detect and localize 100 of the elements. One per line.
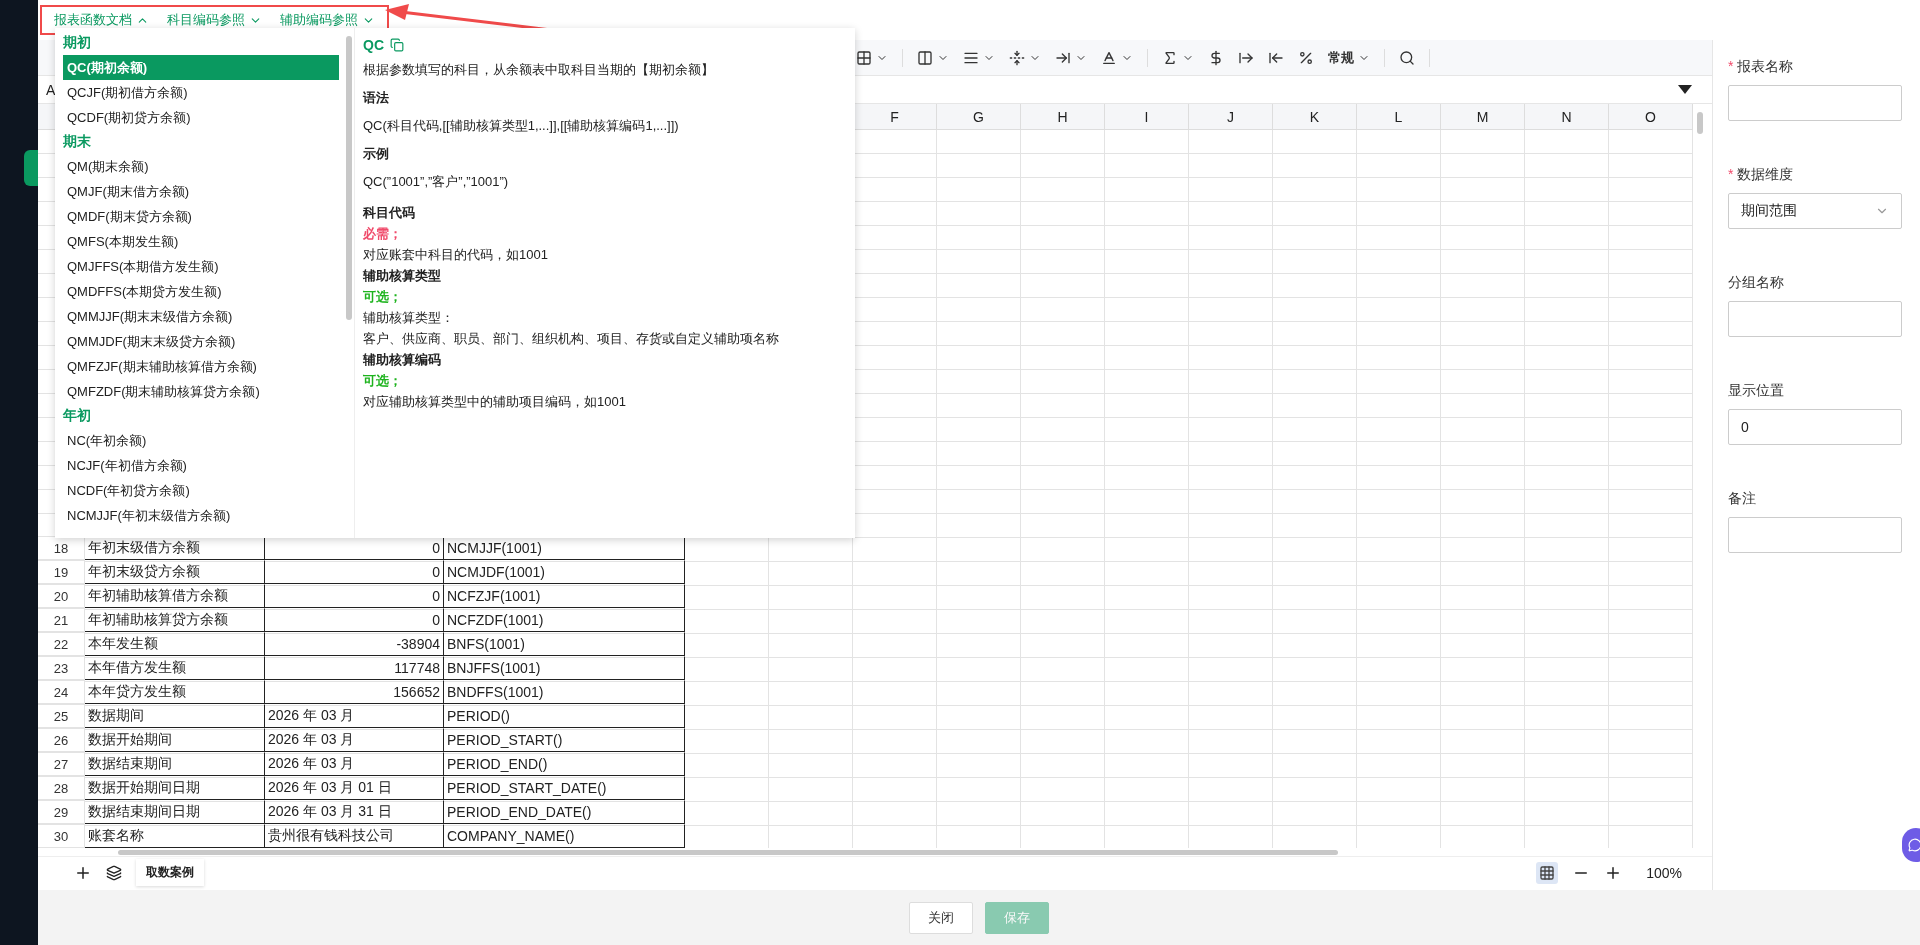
row-number: 22 bbox=[38, 632, 85, 656]
row-number: 20 bbox=[38, 584, 85, 608]
table-cell: 年初辅助核算贷方余额 bbox=[85, 608, 265, 632]
table-cell: 0 bbox=[265, 560, 444, 584]
table-cell: 156652 bbox=[265, 680, 444, 704]
parameter-name: 辅助核算类型 bbox=[363, 266, 442, 285]
table-cell: PERIOD_END() bbox=[444, 752, 685, 776]
zoom-level: 100% bbox=[1646, 864, 1682, 881]
parameter-text: 客户、供应商、职员、部门、组织机构、项目、存货或自定义辅助项名称 bbox=[363, 329, 780, 348]
input-field[interactable]: 0 bbox=[1728, 409, 1902, 445]
table-cell: 数据结束期间 bbox=[85, 752, 265, 776]
column-header[interactable]: L bbox=[1357, 104, 1441, 130]
function-item[interactable]: QMMJJF(期末末级借方余额) bbox=[63, 304, 339, 329]
table-cell: 2026 年 03 月 bbox=[265, 704, 444, 728]
row-number: 24 bbox=[38, 680, 85, 704]
sheet-tab[interactable]: 取数案例 bbox=[136, 859, 204, 886]
group-title: 期初 bbox=[63, 33, 92, 52]
row-number: 29 bbox=[38, 800, 85, 824]
column-header[interactable]: K bbox=[1273, 104, 1357, 130]
name-box[interactable]: A bbox=[46, 81, 56, 98]
function-item[interactable]: QMFS(本期发生额) bbox=[63, 229, 339, 254]
table-cell: NCMJDF(1001) bbox=[444, 560, 685, 584]
tab[interactable]: 科目编码参照 bbox=[167, 11, 262, 29]
section-heading: 示例 bbox=[363, 145, 390, 163]
column-header[interactable]: M bbox=[1441, 104, 1525, 130]
parameter-name: 辅助核算编码 bbox=[363, 350, 442, 369]
row-number: 25 bbox=[38, 704, 85, 728]
column-header[interactable]: G bbox=[937, 104, 1021, 130]
row-number: 28 bbox=[38, 776, 85, 800]
table-cell: 本年贷方发生额 bbox=[85, 680, 265, 704]
column-header[interactable]: N bbox=[1525, 104, 1609, 130]
table-cell: 账套名称 bbox=[85, 824, 265, 848]
close-button[interactable]: 关闭 bbox=[909, 901, 973, 934]
tab[interactable]: 报表函数文档 bbox=[54, 11, 149, 29]
table-cell: 贵州很有钱科技公司 bbox=[265, 824, 444, 848]
table-cell: -38904 bbox=[265, 632, 444, 656]
section-text: QC(科目代码,[[辅助核算类型1,...]],[[辅助核算编码1,...]]) bbox=[363, 117, 680, 135]
function-item[interactable]: QMFZJF(期末辅助核算借方余额) bbox=[63, 354, 339, 379]
parameter-text: 辅助核算类型： bbox=[363, 308, 455, 327]
function-title: QC bbox=[363, 37, 384, 53]
requirement-label: 可选； bbox=[363, 287, 403, 306]
table-cell: BNFS(1001) bbox=[444, 632, 685, 656]
column-header[interactable]: O bbox=[1609, 104, 1693, 130]
field-label: 报表名称 bbox=[1737, 58, 1794, 76]
table-cell: 2026 年 03 月 31 日 bbox=[265, 800, 444, 824]
function-item[interactable]: NCJF(年初借方余额) bbox=[63, 453, 339, 478]
row-number: 19 bbox=[38, 560, 85, 584]
row-number: 21 bbox=[38, 608, 85, 632]
function-description: 根据参数填写的科目，从余额表中取科目当期的【期初余额】 bbox=[363, 61, 715, 79]
function-item[interactable]: QM(期末余额) bbox=[63, 154, 339, 179]
function-item[interactable]: QMFZDF(期末辅助核算贷方余额) bbox=[63, 379, 339, 404]
requirement-label: 可选； bbox=[363, 371, 403, 390]
field-label: 备注 bbox=[1728, 490, 1756, 508]
function-item[interactable]: QMMJDF(期末末级贷方余额) bbox=[63, 329, 339, 354]
row-number: 27 bbox=[38, 752, 85, 776]
table-cell: 2026 年 03 月 01 日 bbox=[265, 776, 444, 800]
column-header[interactable]: J bbox=[1189, 104, 1273, 130]
row-number: 30 bbox=[38, 824, 85, 848]
function-item[interactable]: QCDF(期初贷方余额) bbox=[63, 105, 339, 130]
table-cell: NCFZDF(1001) bbox=[444, 608, 685, 632]
required-mark: * bbox=[1728, 58, 1734, 76]
number-format-dropdown[interactable]: 常规 bbox=[1328, 48, 1370, 67]
section-text: QC(”1001”,”客户”,”1001”) bbox=[363, 173, 510, 191]
group-title: 年初 bbox=[63, 406, 92, 425]
table-cell: 本年发生额 bbox=[85, 632, 265, 656]
parameter-text: 对应账套中科目的代码，如1001 bbox=[363, 245, 549, 264]
table-cell: 0 bbox=[265, 584, 444, 608]
row-number: 18 bbox=[38, 536, 85, 560]
column-header[interactable]: F bbox=[853, 104, 937, 130]
column-header[interactable]: H bbox=[1021, 104, 1105, 130]
function-item[interactable]: QCJF(期初借方余额) bbox=[63, 80, 339, 105]
function-item[interactable]: QC(期初余额) bbox=[63, 55, 339, 80]
table-cell: 数据开始期间 bbox=[85, 728, 265, 752]
table-cell: BNDFFS(1001) bbox=[444, 680, 685, 704]
function-item[interactable]: NCMJJF(年初末级借方余额) bbox=[63, 503, 339, 528]
function-item[interactable]: QMJF(期末借方余额) bbox=[63, 179, 339, 204]
field-label: 显示位置 bbox=[1728, 382, 1784, 400]
table-cell: BNJFFS(1001) bbox=[444, 656, 685, 680]
table-cell: 2026 年 03 月 bbox=[265, 728, 444, 752]
function-item[interactable]: QMDFFS(本期贷方发生额) bbox=[63, 279, 339, 304]
field-label: 数据维度 bbox=[1737, 166, 1794, 184]
function-item[interactable]: NC(年初余额) bbox=[63, 428, 339, 453]
parameter-text: 对应辅助核算类型中的辅助项目编码，如1001 bbox=[363, 392, 627, 411]
table-cell: PERIOD_START() bbox=[444, 728, 685, 752]
table-cell: 年初末级贷方余额 bbox=[85, 560, 265, 584]
function-item[interactable]: QMDF(期末贷方余额) bbox=[63, 204, 339, 229]
function-item[interactable]: QMJFFS(本期借方发生额) bbox=[63, 254, 339, 279]
function-item[interactable]: NCDF(年初贷方余额) bbox=[63, 478, 339, 503]
group-title: 期末 bbox=[63, 132, 92, 151]
requirement-label: 必需； bbox=[363, 224, 403, 243]
required-mark: * bbox=[1728, 166, 1734, 184]
table-cell: 117748 bbox=[265, 656, 444, 680]
table-cell: 0 bbox=[265, 608, 444, 632]
parameter-name: 科目代码 bbox=[363, 203, 416, 222]
column-header[interactable]: I bbox=[1105, 104, 1189, 130]
tab[interactable]: 辅助编码参照 bbox=[280, 11, 375, 29]
row-number: 26 bbox=[38, 728, 85, 752]
table-cell: NCFZJF(1001) bbox=[444, 584, 685, 608]
table-cell: 2026 年 03 月 bbox=[265, 752, 444, 776]
select-field[interactable]: 期间范围 bbox=[1728, 193, 1902, 229]
